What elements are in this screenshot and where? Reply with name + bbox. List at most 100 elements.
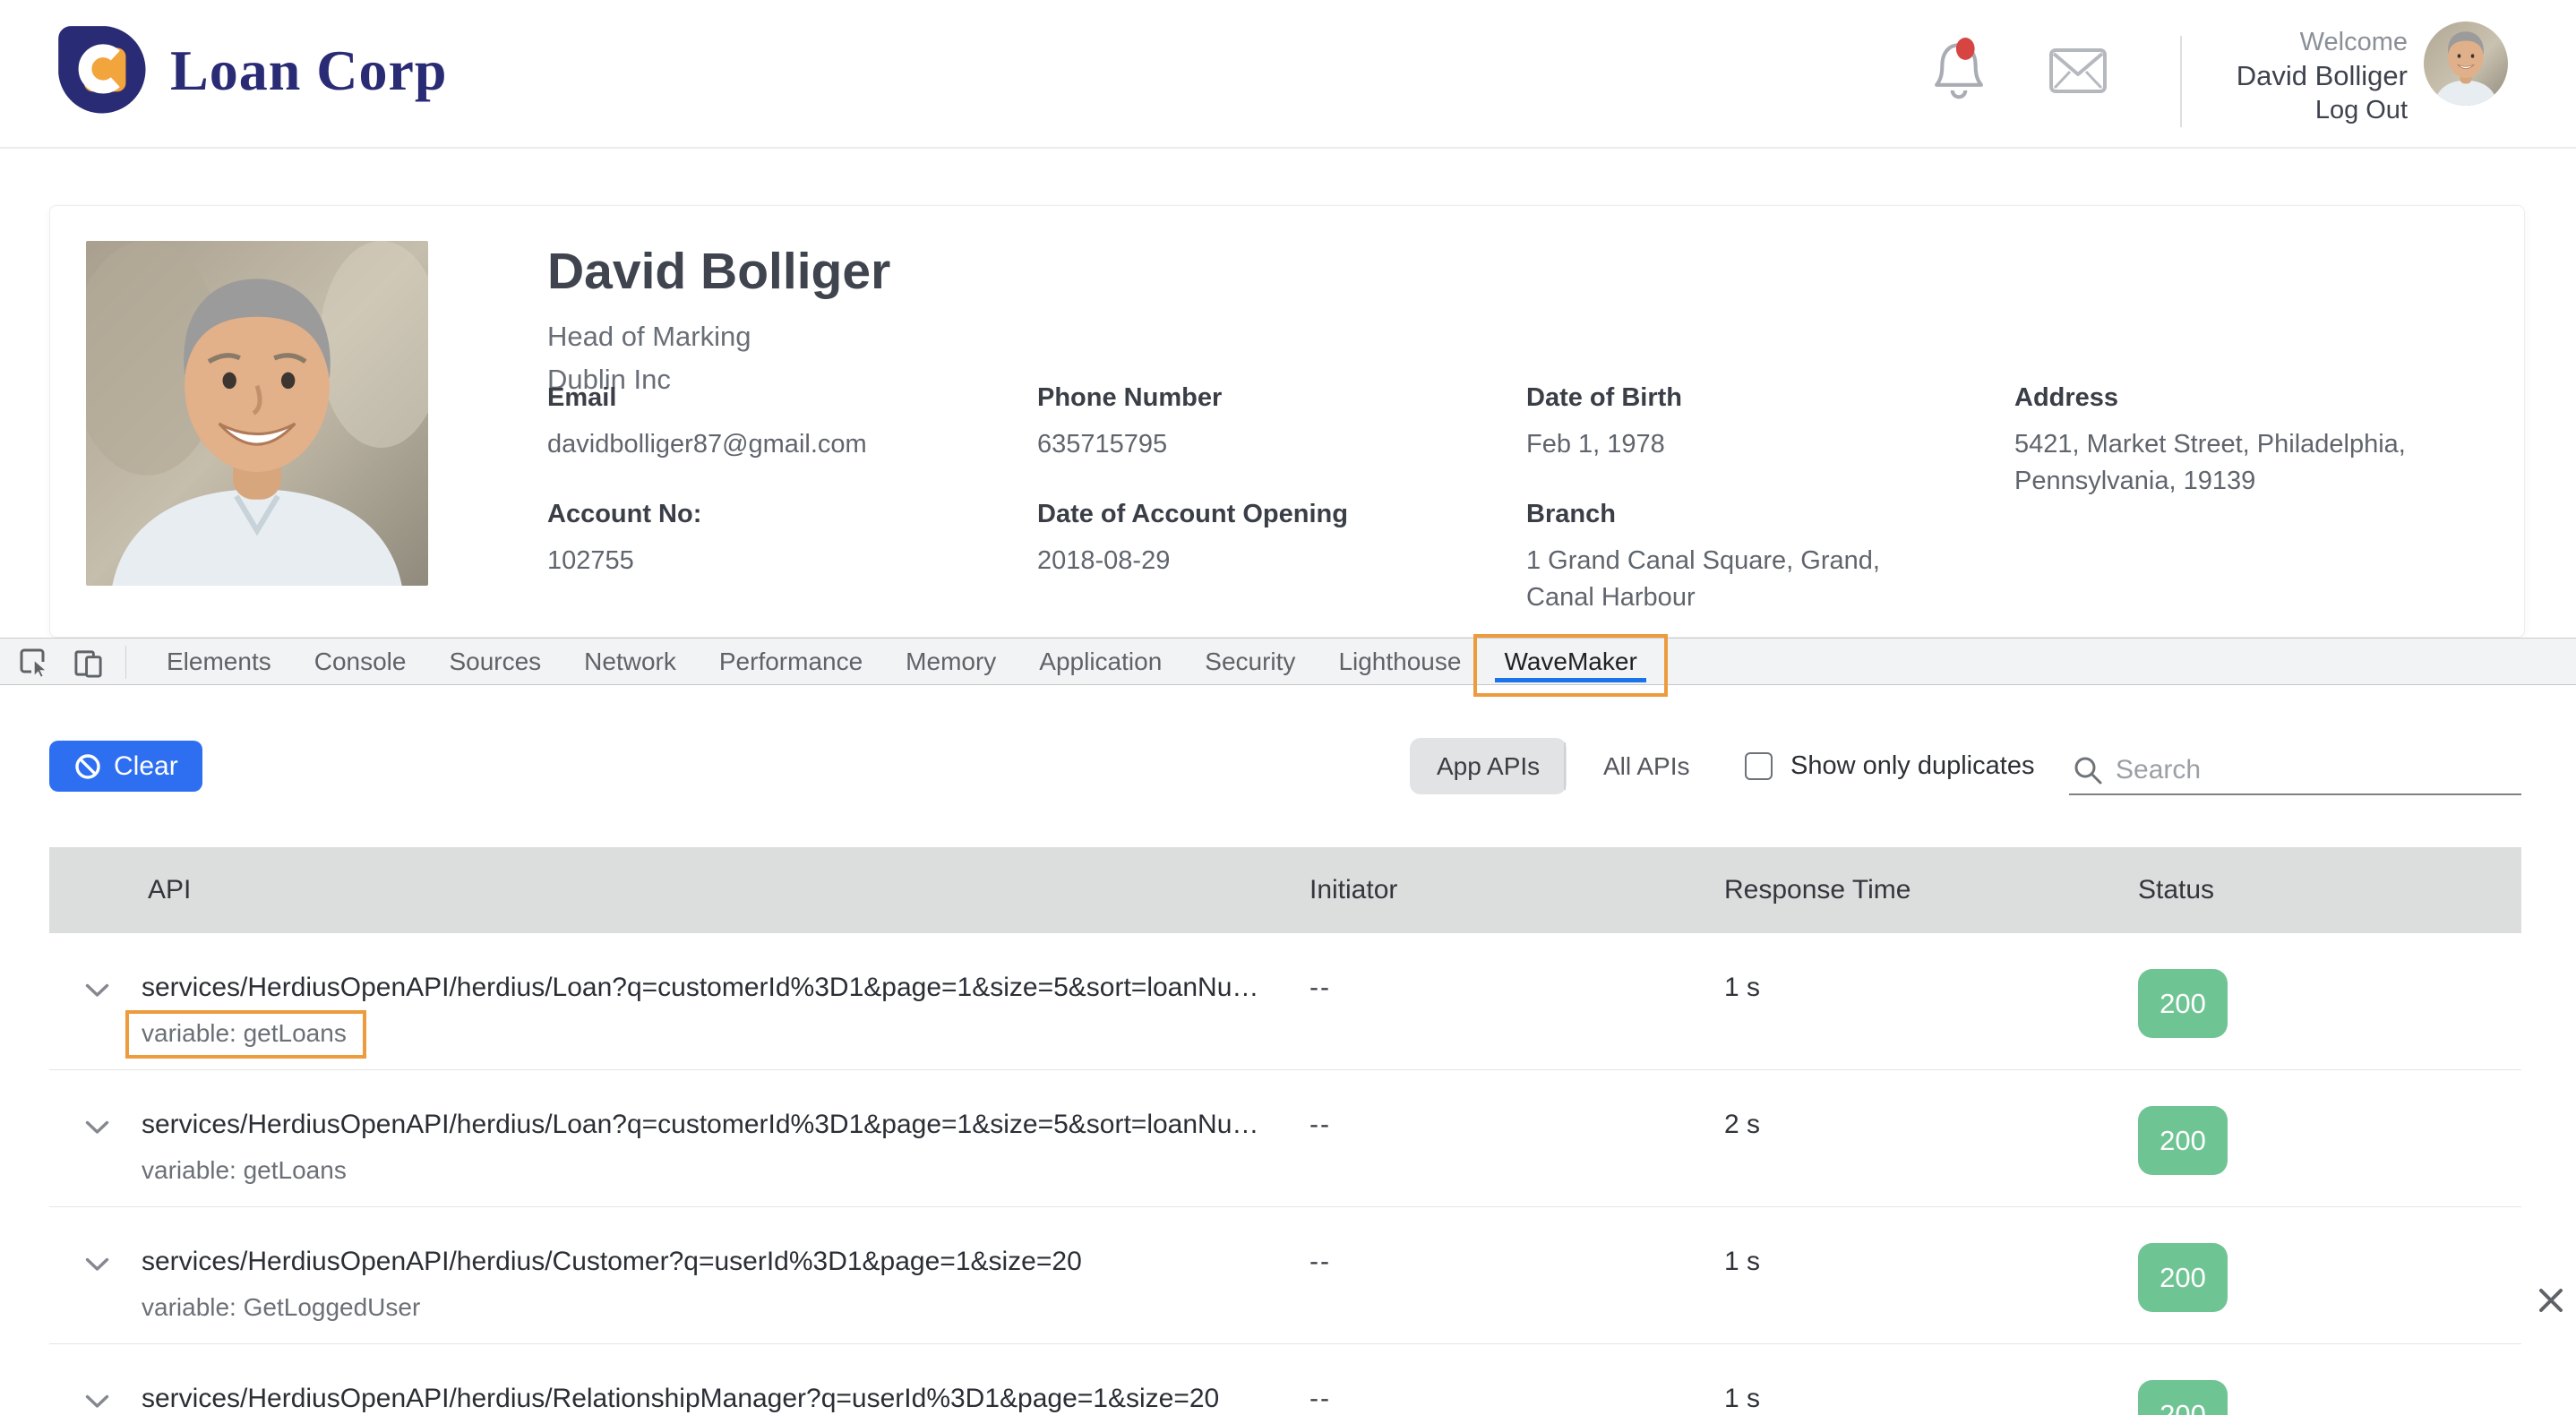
field-value: Feb 1, 1978 xyxy=(1526,426,1682,463)
field-branch: Branch 1 Grand Canal Square, Grand, Cana… xyxy=(1526,500,1938,616)
chevron-down-icon[interactable] xyxy=(85,1120,109,1136)
field-address: Address 5421, Market Street, Philadelphi… xyxy=(2014,383,2444,500)
field-label: Account No: xyxy=(547,500,701,529)
devtools-toolbar: Elements Console Sources Network Perform… xyxy=(0,638,2576,685)
chevron-down-icon[interactable] xyxy=(85,1394,109,1410)
table-row[interactable]: services/HerdiusOpenAPI/herdius/Customer… xyxy=(49,1207,2521,1344)
response-time-value: 1 s xyxy=(1724,1247,1760,1277)
customer-name: David Bolliger xyxy=(547,242,890,301)
field-value: 102755 xyxy=(547,543,701,579)
tab-lighthouse[interactable]: Lighthouse xyxy=(1317,639,1482,685)
field-label: Date of Birth xyxy=(1526,383,1682,413)
search-input[interactable] xyxy=(2116,749,2514,792)
field-label: Phone Number xyxy=(1037,383,1222,413)
response-time-value: 2 s xyxy=(1724,1110,1760,1140)
search-field xyxy=(2069,747,2521,795)
status-badge: 200 xyxy=(2138,1106,2228,1175)
tab-performance[interactable]: Performance xyxy=(698,639,884,685)
field-label: Branch xyxy=(1526,500,1938,529)
notifications-bell-icon[interactable] xyxy=(1933,38,1985,100)
customer-photo xyxy=(86,241,428,586)
column-header-api: API xyxy=(148,847,191,933)
field-label: Date of Account Opening xyxy=(1037,500,1348,529)
api-variable-annotated: variable: getLoans xyxy=(125,1010,366,1059)
top-header: Loan Corp Welcome David Bolliger Log Out xyxy=(0,0,2576,149)
show-only-duplicates-label[interactable]: Show only duplicates xyxy=(1790,751,2034,781)
tab-wavemaker[interactable]: WaveMaker xyxy=(1482,639,1658,685)
api-url: services/HerdiusOpenAPI/herdius/Relation… xyxy=(142,1384,1219,1414)
field-dob: Date of Birth Feb 1, 1978 xyxy=(1526,383,1682,463)
chevron-down-icon[interactable] xyxy=(85,1257,109,1273)
toolbar-divider xyxy=(125,646,126,679)
api-variable: variable: GetLoggedUser xyxy=(142,1293,420,1322)
tab-memory[interactable]: Memory xyxy=(884,639,1018,685)
devtools-close-icon[interactable] xyxy=(2537,1286,2565,1315)
column-header-response-time: Response Time xyxy=(1724,847,1911,933)
field-email: Email davidbolliger87@gmail.com xyxy=(547,383,867,463)
active-tab-underline xyxy=(1495,678,1645,682)
column-header-initiator: Initiator xyxy=(1309,847,1397,933)
table-row[interactable]: services/HerdiusOpenAPI/herdius/Relation… xyxy=(49,1344,2521,1415)
tab-elements[interactable]: Elements xyxy=(145,639,293,685)
api-url: services/HerdiusOpenAPI/herdius/Customer… xyxy=(142,1247,1082,1277)
tab-console[interactable]: Console xyxy=(293,639,428,685)
field-value: 5421, Market Street, Philadelphia, Penns… xyxy=(2014,426,2444,500)
table-header: API Initiator Response Time Status xyxy=(49,847,2521,933)
brand-name: Loan Corp xyxy=(170,38,448,104)
filter-all-apis[interactable]: All APIs xyxy=(1603,738,1689,794)
tab-sources[interactable]: Sources xyxy=(427,639,562,685)
table-row[interactable]: services/HerdiusOpenAPI/herdius/Loan?q=c… xyxy=(49,933,2521,1070)
chevron-down-icon[interactable] xyxy=(85,983,109,999)
field-value: 635715795 xyxy=(1037,426,1222,463)
field-value: davidbolliger87@gmail.com xyxy=(547,426,867,463)
filter-app-apis[interactable]: App APIs xyxy=(1410,738,1567,794)
initiator-value: -- xyxy=(1309,1384,1331,1414)
header-user-name: David Bolliger xyxy=(2237,59,2408,93)
initiator-value: -- xyxy=(1309,973,1331,1003)
clear-button-label: Clear xyxy=(114,751,178,782)
status-badge: 200 xyxy=(2138,969,2228,1038)
column-header-status: Status xyxy=(2138,847,2214,933)
welcome-label: Welcome xyxy=(2237,25,2408,59)
field-value: 2018-08-29 xyxy=(1037,543,1348,579)
messages-envelope-icon[interactable] xyxy=(2049,48,2107,93)
app-root: Loan Corp Welcome David Bolliger Log Out xyxy=(0,0,2576,1415)
brand-logo[interactable]: Loan Corp xyxy=(56,23,448,118)
show-only-duplicates-checkbox[interactable] xyxy=(1745,752,1773,780)
inspect-element-icon[interactable] xyxy=(18,647,49,678)
api-url: services/HerdiusOpenAPI/herdius/Loan?q=c… xyxy=(142,973,1258,1003)
filter-divider xyxy=(1564,742,1566,790)
clear-prohibition-icon xyxy=(73,752,102,781)
user-avatar[interactable] xyxy=(2424,21,2508,106)
duplicates-filter: Show only duplicates xyxy=(1745,738,2034,794)
field-account-no: Account No: 102755 xyxy=(547,500,701,579)
api-table: API Initiator Response Time Status servi… xyxy=(49,847,2521,1415)
field-label: Address xyxy=(2014,383,2444,413)
api-url: services/HerdiusOpenAPI/herdius/Loan?q=c… xyxy=(142,1110,1258,1140)
devtools-tabs: Elements Console Sources Network Perform… xyxy=(145,639,1659,685)
initiator-value: -- xyxy=(1309,1247,1331,1277)
field-account-opening: Date of Account Opening 2018-08-29 xyxy=(1037,500,1348,579)
clear-button[interactable]: Clear xyxy=(49,741,202,792)
status-badge: 200 xyxy=(2138,1380,2228,1415)
field-value: 1 Grand Canal Square, Grand, Canal Harbo… xyxy=(1526,543,1938,616)
api-variable: variable: getLoans xyxy=(142,1156,347,1185)
search-icon xyxy=(2073,755,2103,785)
tab-network[interactable]: Network xyxy=(562,639,698,685)
status-badge: 200 xyxy=(2138,1243,2228,1312)
field-label: Email xyxy=(547,383,867,413)
tab-application[interactable]: Application xyxy=(1018,639,1183,685)
customer-profile-card: David Bolliger Head of Marking Dublin In… xyxy=(49,205,2525,638)
loan-corp-logo-icon xyxy=(56,23,150,118)
initiator-value: -- xyxy=(1309,1110,1331,1140)
logout-link[interactable]: Log Out xyxy=(2237,93,2408,127)
field-phone: Phone Number 635715795 xyxy=(1037,383,1222,463)
response-time-value: 1 s xyxy=(1724,973,1760,1003)
tab-security[interactable]: Security xyxy=(1183,639,1317,685)
device-toolbar-icon[interactable] xyxy=(73,647,104,678)
header-divider xyxy=(2180,36,2182,127)
welcome-block: Welcome David Bolliger Log Out xyxy=(2237,25,2408,127)
response-time-value: 1 s xyxy=(1724,1384,1760,1414)
table-row[interactable]: services/HerdiusOpenAPI/herdius/Loan?q=c… xyxy=(49,1070,2521,1207)
customer-job-title: Head of Marking xyxy=(547,321,751,353)
